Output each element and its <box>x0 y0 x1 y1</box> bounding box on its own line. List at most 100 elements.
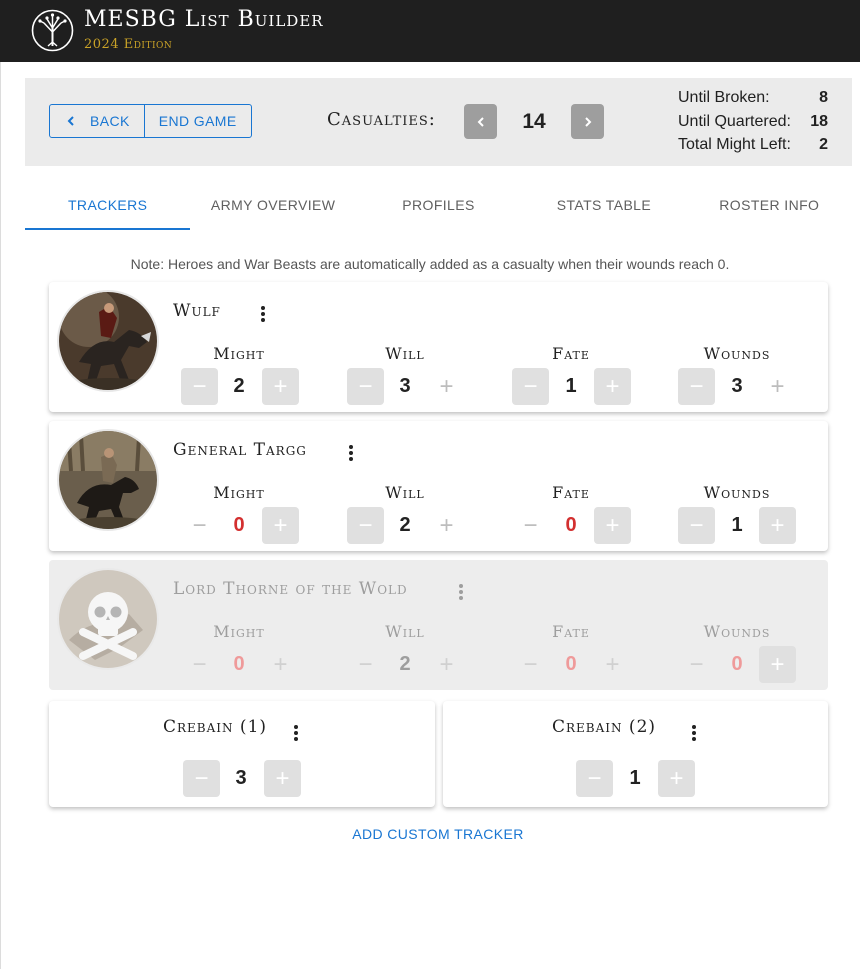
hero-portrait <box>57 429 159 531</box>
app-bar: MESBG List Builder 2024 Edition <box>0 0 860 62</box>
end-game-button-label: END GAME <box>158 113 237 129</box>
until-broken-value: 8 <box>819 89 828 106</box>
tab-bar: TRACKERS ARMY OVERVIEW PROFILES STATS TA… <box>25 186 852 230</box>
will-label: Will <box>385 483 425 502</box>
will-value: 3 <box>399 375 411 397</box>
wounds-value: 0 <box>731 653 743 675</box>
hero-name: Wulf <box>173 301 221 321</box>
fate-increase-button[interactable]: + <box>594 368 631 405</box>
might-increase-button[interactable]: + <box>262 646 299 683</box>
tab-roster-info[interactable]: ROSTER INFO <box>687 186 852 230</box>
end-game-button[interactable]: END GAME <box>143 105 251 137</box>
wounds-decrease-button[interactable]: − <box>678 507 715 544</box>
tracker-value: 3 <box>235 767 247 789</box>
wounds-label: Wounds <box>703 622 771 641</box>
tab-profiles[interactable]: PROFILES <box>356 186 521 230</box>
app-title[interactable]: MESBG List Builder <box>84 7 324 32</box>
game-toolbar: BACK END GAME Casualties: 14 Until Broke… <box>25 78 852 166</box>
fate-decrease-button[interactable]: − <box>512 368 549 405</box>
tracker-decrease-button[interactable]: − <box>576 760 613 797</box>
might-label: Might <box>213 622 265 641</box>
casualties-value: 14 <box>522 110 546 133</box>
wounds-increase-button[interactable]: + <box>759 368 796 405</box>
back-button-label: BACK <box>90 113 130 129</box>
app-subtitle: 2024 Edition <box>84 37 173 52</box>
more-options-icon[interactable] <box>293 725 299 743</box>
will-decrease-button[interactable]: − <box>347 507 384 544</box>
might-decrease-button[interactable]: − <box>181 507 218 544</box>
will-increase-button[interactable]: + <box>428 507 465 544</box>
will-decrease-button[interactable]: − <box>347 368 384 405</box>
hero-portrait <box>57 290 159 392</box>
hero-portrait <box>57 568 159 670</box>
more-options-icon[interactable] <box>691 725 697 743</box>
wounds-increase-button[interactable]: + <box>759 646 796 683</box>
tracker-increase-button[interactable]: + <box>264 760 301 797</box>
fate-increase-button[interactable]: + <box>594 507 631 544</box>
might-left-label: Total Might Left: <box>678 136 791 153</box>
might-decrease-button[interactable]: − <box>181 646 218 683</box>
tracker-value: 1 <box>629 767 641 789</box>
custom-tracker-card: Crebain (2) − 1 + <box>443 701 828 807</box>
fate-increase-button[interactable]: + <box>594 646 631 683</box>
tab-trackers[interactable]: TRACKERS <box>25 186 191 230</box>
fate-value: 0 <box>565 653 577 675</box>
until-broken-row: Until Broken: 8 <box>678 88 828 112</box>
casualties-label: Casualties: <box>327 109 436 130</box>
more-options-icon[interactable] <box>348 445 354 463</box>
tab-stats-table[interactable]: STATS TABLE <box>521 186 686 230</box>
fate-label: Fate <box>552 344 590 363</box>
will-label: Will <box>385 622 425 641</box>
until-quartered-row: Until Quartered: 18 <box>678 112 828 136</box>
wounds-value: 1 <box>731 514 743 536</box>
wounds-increase-button[interactable]: + <box>759 507 796 544</box>
hero-tracker-card: Wulf Might Will Fate Wounds − 2 + − 3 + … <box>49 282 828 412</box>
army-status-summary: Until Broken: 8 Until Quartered: 18 Tota… <box>678 88 828 159</box>
wounds-label: Wounds <box>703 483 771 502</box>
casualty-note: Note: Heroes and War Beasts are automati… <box>130 256 730 272</box>
until-quartered-label: Until Quartered: <box>678 112 791 130</box>
until-quartered-value: 18 <box>810 112 828 130</box>
hero-name: General Targg <box>173 440 307 460</box>
chevron-left-icon <box>67 116 74 126</box>
will-label: Will <box>385 344 425 363</box>
will-decrease-button[interactable]: − <box>347 646 384 683</box>
might-value: 0 <box>233 653 245 675</box>
will-value: 2 <box>399 514 411 536</box>
casualties-increase-button[interactable] <box>571 104 604 139</box>
more-options-icon[interactable] <box>260 306 266 324</box>
fate-value: 1 <box>565 375 577 397</box>
back-button[interactable]: BACK <box>50 105 144 137</box>
tab-army-overview[interactable]: ARMY OVERVIEW <box>190 186 355 230</box>
until-broken-label: Until Broken: <box>678 89 770 106</box>
hero-name: Lord Thorne of the Wold <box>173 579 408 599</box>
tracker-decrease-button[interactable]: − <box>183 760 220 797</box>
might-value: 0 <box>233 514 245 536</box>
might-increase-button[interactable]: + <box>262 507 299 544</box>
tracker-increase-button[interactable]: + <box>658 760 695 797</box>
might-increase-button[interactable]: + <box>262 368 299 405</box>
might-label: Might <box>213 344 265 363</box>
will-increase-button[interactable]: + <box>428 368 465 405</box>
will-value: 2 <box>399 653 411 675</box>
more-options-icon[interactable] <box>458 584 464 602</box>
will-increase-button[interactable]: + <box>428 646 465 683</box>
chevron-left-icon <box>477 116 484 127</box>
custom-tracker-card: Crebain (1) − 3 + <box>49 701 435 807</box>
fate-value: 0 <box>565 514 577 536</box>
might-decrease-button[interactable]: − <box>181 368 218 405</box>
white-tree-icon[interactable] <box>30 8 75 53</box>
hero-tracker-card-casualty: Lord Thorne of the Wold Might Will Fate … <box>49 560 828 690</box>
fate-decrease-button[interactable]: − <box>512 507 549 544</box>
might-label: Might <box>213 483 265 502</box>
add-custom-tracker-button[interactable]: ADD CUSTOM TRACKER <box>0 826 860 842</box>
game-button-group: BACK END GAME <box>49 104 252 138</box>
tracker-name: Crebain (2) <box>552 717 657 737</box>
fate-decrease-button[interactable]: − <box>512 646 549 683</box>
might-left-row: Total Might Left: 2 <box>678 135 828 159</box>
fate-label: Fate <box>552 622 590 641</box>
might-left-value: 2 <box>819 136 828 153</box>
wounds-decrease-button[interactable]: − <box>678 646 715 683</box>
casualties-decrease-button[interactable] <box>464 104 497 139</box>
wounds-decrease-button[interactable]: − <box>678 368 715 405</box>
